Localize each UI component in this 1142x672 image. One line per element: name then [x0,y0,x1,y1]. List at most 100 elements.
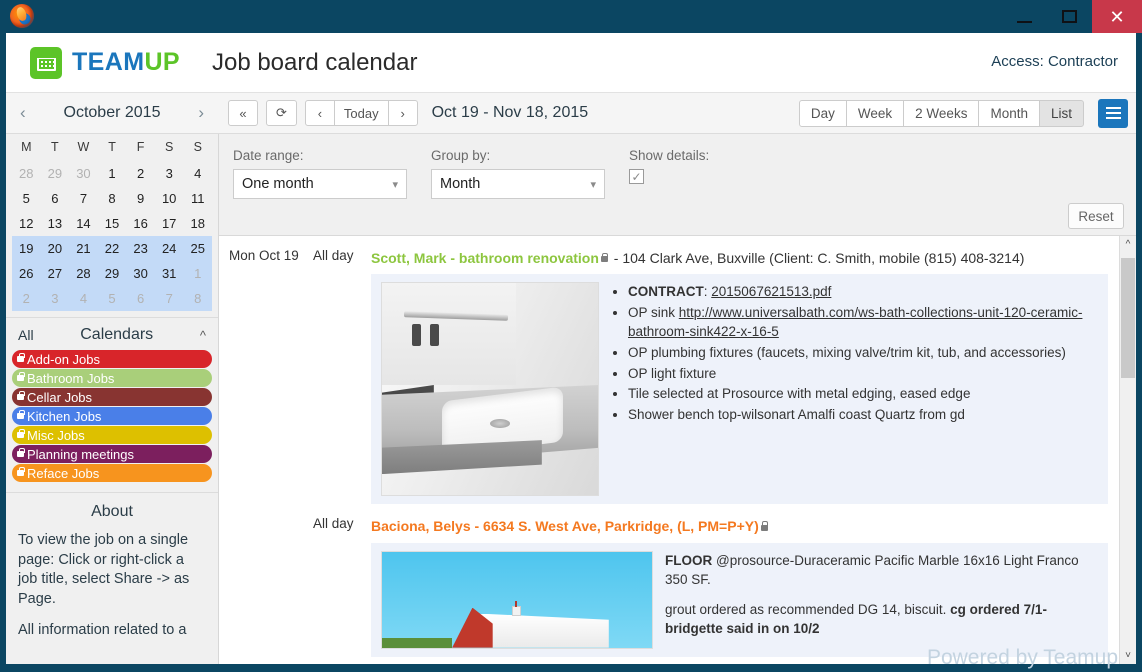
today-button[interactable]: Today [333,100,389,126]
event-title-link[interactable]: Scott, Mark - bathroom renovation [371,250,599,266]
calendar-day-6[interactable]: 6 [126,286,155,311]
chevron-up-icon[interactable]: ^ [200,328,206,343]
calendar-day-7[interactable]: 7 [69,186,98,211]
event-title-link[interactable]: Baciona, Belys - 6634 S. West Ave, Parkr… [371,518,759,534]
calendar-day-29[interactable]: 29 [41,161,70,186]
view-button-2-weeks[interactable]: 2 Weeks [903,99,980,127]
about-section: About To view the job on a single page: … [6,492,218,641]
calendar-item-cellar-jobs[interactable]: Cellar Jobs [12,388,212,406]
event-details: FLOOR @prosource-Duraceramic Pacific Mar… [371,542,1108,657]
calendar-day-27[interactable]: 27 [40,261,70,286]
prev-period-button[interactable]: ‹ [304,100,335,126]
calendar-day-10[interactable]: 10 [155,186,184,211]
calendar-day-28[interactable]: 28 [69,261,98,286]
group-by-select[interactable]: Month ▾ [431,169,605,199]
calendar-day-7[interactable]: 7 [154,286,184,311]
chevron-down-icon: ▾ [392,178,398,191]
calendar-day-20[interactable]: 20 [40,236,70,261]
calendar-day-12[interactable]: 12 [12,211,41,236]
calendar-day-22[interactable]: 22 [97,236,127,261]
calendar-day-30[interactable]: 30 [126,261,155,286]
list-item: All day Baciona, Belys - 6634 S. West Av… [225,504,1136,657]
main-panel: Date range: One month ▾ Group by: Month … [218,134,1136,664]
calendar-day-24[interactable]: 24 [154,236,184,261]
calendar-day-23[interactable]: 23 [126,236,155,261]
next-month-button[interactable]: › [198,103,204,123]
mini-calendar: MTWTFSS 28 29 30 1 2 3 4 5 6 7 8 9 10 11 12 13 14 15 16 17 1… [6,134,218,311]
calendar-day-2[interactable]: 2 [12,286,41,311]
lock-icon [17,466,25,476]
prev-month-button[interactable]: ‹ [20,103,26,123]
scroll-up-button[interactable]: ^ [1120,236,1136,253]
calendar-day-1[interactable]: 1 [183,261,213,286]
calendar-day-17[interactable]: 17 [155,211,184,236]
calendar-item-misc-jobs[interactable]: Misc Jobs [12,426,212,444]
weekday-header-6: S [193,140,202,154]
date-range-select[interactable]: One month ▾ [233,169,407,199]
calendar-day-11[interactable]: 11 [183,186,212,211]
navigation-bar: ‹ October 2015 › « ⟳ ‹ Today › Oct 19 - … [6,92,1136,134]
window-controls: ✕ [1002,0,1142,33]
event-bullet: OP light fixture [628,364,1098,384]
close-button[interactable]: ✕ [1092,0,1142,33]
calendar-day-21[interactable]: 21 [69,236,98,261]
next-period-button[interactable]: › [387,100,418,126]
calendar-day-14[interactable]: 14 [69,211,98,236]
floor-label: FLOOR [665,552,716,568]
reset-button[interactable]: Reset [1068,203,1124,229]
weekday-header-3: T [108,140,116,154]
show-details-checkbox[interactable]: ✓ [629,169,644,184]
event-content: Baciona, Belys - 6634 S. West Ave, Parkr… [371,516,1136,657]
calendars-all-button[interactable]: All [18,327,34,343]
calendar-day-28[interactable]: 28 [12,161,41,186]
calendar-day-18[interactable]: 18 [183,211,212,236]
calendar-day-3[interactable]: 3 [155,161,184,186]
calendar-day-8[interactable]: 8 [98,186,127,211]
calendar-day-9[interactable]: 9 [126,186,155,211]
calendar-day-3[interactable]: 3 [40,286,70,311]
calendar-day-1[interactable]: 1 [98,161,127,186]
scrollbar-thumb[interactable] [1121,258,1135,378]
calendar-day-30[interactable]: 30 [69,161,98,186]
calendar-day-8[interactable]: 8 [183,286,213,311]
calendar-day-5[interactable]: 5 [97,286,127,311]
calendar-day-19[interactable]: 19 [12,236,41,261]
calendar-item-kitchen-jobs[interactable]: Kitchen Jobs [12,407,212,425]
view-button-day[interactable]: Day [798,99,847,127]
calendar-day-4[interactable]: 4 [183,161,212,186]
view-button-list[interactable]: List [1038,99,1084,127]
calendar-day-6[interactable]: 6 [41,186,70,211]
calendar-item-planning-meetings[interactable]: Planning meetings [12,445,212,463]
calendar-item-reface-jobs[interactable]: Reface Jobs [12,464,212,482]
calendar-day-4[interactable]: 4 [69,286,98,311]
maximize-button[interactable] [1047,0,1092,33]
calendar-day-25[interactable]: 25 [183,236,213,261]
calendar-item-bathroom-jobs[interactable]: Bathroom Jobs [12,369,212,387]
bullet-link[interactable]: http://www.universalbath.com/ws-bath-col… [628,305,1082,340]
calendar-day-15[interactable]: 15 [98,211,127,236]
view-button-week[interactable]: Week [845,99,905,127]
event-bullet: Tile selected at Prosource with metal ed… [628,384,1098,404]
calendar-item-label: Misc Jobs [27,427,85,443]
first-page-button[interactable]: « [228,100,258,126]
calendar-day-13[interactable]: 13 [41,211,70,236]
show-details-field: Show details: ✓ [629,148,709,199]
minimize-button[interactable] [1002,0,1047,33]
calendar-item-label: Bathroom Jobs [27,370,115,386]
calendar-day-26[interactable]: 26 [12,261,41,286]
vertical-scrollbar[interactable]: ^ ˅ [1119,236,1136,664]
refresh-button[interactable]: ⟳ [266,100,297,126]
calendar-day-31[interactable]: 31 [154,261,184,286]
calendar-day-2[interactable]: 2 [126,161,155,186]
calendar-day-16[interactable]: 16 [126,211,155,236]
bullet-link[interactable]: 2015067621513.pdf [711,284,831,299]
view-button-month[interactable]: Month [978,99,1040,127]
calendar-day-29[interactable]: 29 [97,261,127,286]
calendar-item-add-on-jobs[interactable]: Add-on Jobs [12,350,212,368]
lock-icon [17,428,25,438]
scroll-down-button[interactable]: ˅ [1120,647,1136,664]
calendar-day-5[interactable]: 5 [12,186,41,211]
lock-icon [17,352,25,362]
hamburger-icon[interactable] [1098,98,1128,128]
month-navigator: ‹ October 2015 › [6,92,218,134]
